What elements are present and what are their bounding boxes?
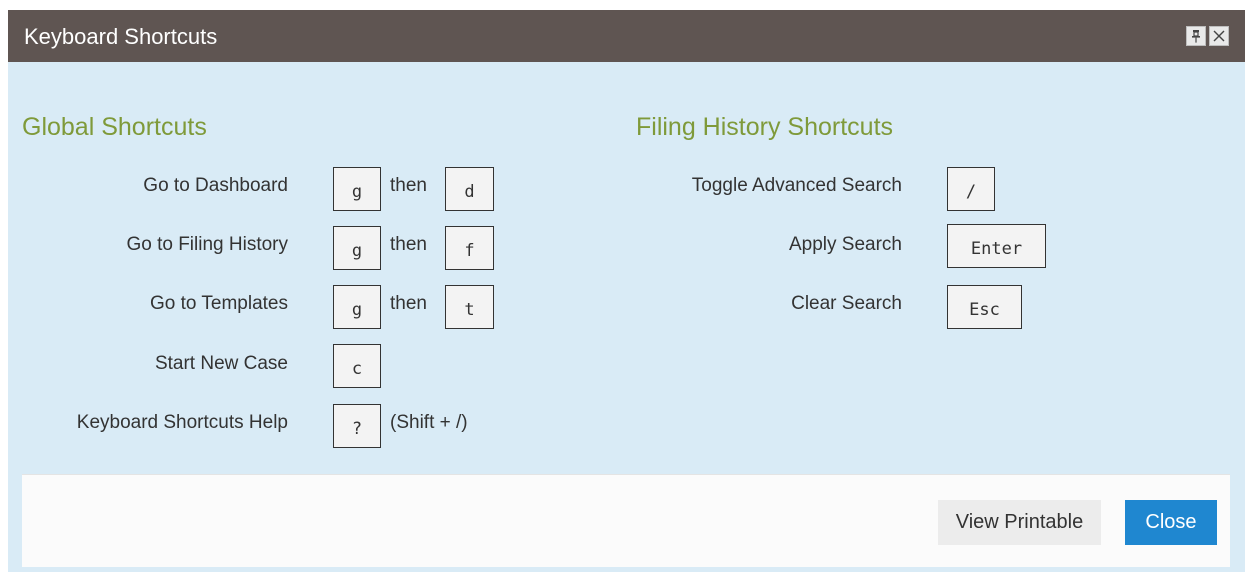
pin-icon[interactable] xyxy=(1186,26,1206,46)
shortcut-key: t xyxy=(445,285,494,329)
shortcut-key: ? xyxy=(333,404,381,448)
shortcut-separator: then xyxy=(390,234,427,255)
shortcut-key: d xyxy=(445,167,494,211)
shortcut-key: Esc xyxy=(947,285,1022,329)
shortcut-label: Apply Search xyxy=(788,234,902,255)
shortcut-label: Go to Dashboard xyxy=(143,175,288,196)
shortcut-separator: then xyxy=(390,175,427,196)
shortcut-key: c xyxy=(333,344,381,388)
shortcut-key: / xyxy=(947,167,995,211)
shortcut-separator: then xyxy=(390,293,427,314)
shortcut-label: Start New Case xyxy=(154,353,288,374)
shortcut-key: g xyxy=(333,167,381,211)
shortcut-label: Toggle Advanced Search xyxy=(691,175,902,196)
shortcut-label: Clear Search xyxy=(791,293,902,314)
shortcut-note: (Shift + /) xyxy=(390,412,468,433)
global-shortcuts-heading: Global Shortcuts xyxy=(22,113,207,141)
keyboard-shortcuts-dialog: Keyboard Shortcuts Global Shortcuts Fili… xyxy=(8,10,1245,572)
dialog-footer: View Printable Close xyxy=(22,474,1230,567)
shortcut-label: Go to Templates xyxy=(149,293,288,314)
shortcut-key: Enter xyxy=(947,224,1046,268)
filing-history-shortcuts-heading: Filing History Shortcuts xyxy=(636,113,894,141)
shortcut-key: g xyxy=(333,285,381,329)
close-button[interactable]: Close xyxy=(1125,500,1217,545)
close-icon[interactable] xyxy=(1209,26,1229,46)
dialog-title: Keyboard Shortcuts xyxy=(24,24,218,49)
shortcut-label: Keyboard Shortcuts Help xyxy=(76,412,288,433)
shortcut-key: f xyxy=(445,226,494,270)
dialog-titlebar[interactable]: Keyboard Shortcuts xyxy=(8,10,1245,62)
shortcut-label: Go to Filing History xyxy=(126,234,288,255)
view-printable-button[interactable]: View Printable xyxy=(938,500,1101,545)
shortcut-key: g xyxy=(333,226,381,270)
